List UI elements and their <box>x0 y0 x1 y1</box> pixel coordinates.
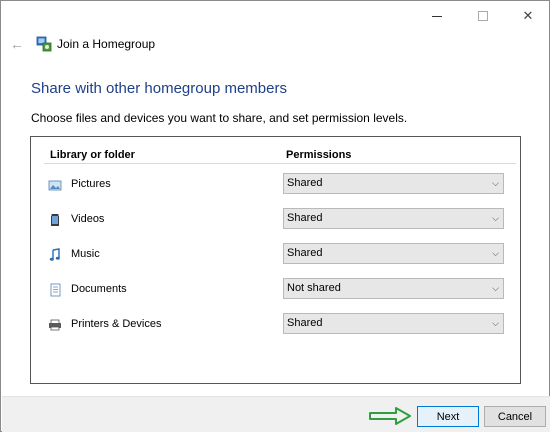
list-item-music: Music Shared ⌵ <box>31 243 520 267</box>
instruction-text: Choose files and devices you want to sha… <box>31 111 408 125</box>
permission-select[interactable]: Not shared ⌵ <box>283 278 504 299</box>
chevron-down-icon: ⌵ <box>492 178 499 188</box>
documents-icon <box>50 283 61 297</box>
music-icon <box>49 248 60 261</box>
permission-select[interactable]: Shared ⌵ <box>283 208 504 229</box>
wizard-title: Join a Homegroup <box>57 37 156 51</box>
annotation-arrow-icon <box>369 407 411 425</box>
row-label: Pictures <box>71 178 111 190</box>
cancel-button[interactable]: Cancel <box>484 406 546 427</box>
row-label: Printers & Devices <box>71 318 162 330</box>
minimize-icon <box>432 15 442 17</box>
list-item-videos: Videos Shared ⌵ <box>31 208 520 232</box>
minimize-button[interactable] <box>414 1 460 31</box>
next-button[interactable]: Next <box>417 406 479 427</box>
row-label: Documents <box>71 283 127 295</box>
permission-select[interactable]: Shared ⌵ <box>283 313 504 334</box>
join-homegroup-window: ✕ ← Join a Homegroup Share with other ho… <box>0 0 550 432</box>
row-label: Videos <box>71 213 105 225</box>
row-label: Music <box>71 248 100 260</box>
page-heading: Share with other homegroup members <box>31 80 287 97</box>
back-arrow-icon[interactable]: ← <box>7 35 27 53</box>
list-item-printers-devices: Printers & Devices Shared ⌵ <box>31 313 520 337</box>
list-item-documents: Documents Not shared ⌵ <box>31 278 520 302</box>
selected-value: Shared <box>287 247 323 259</box>
selected-value: Shared <box>287 212 323 224</box>
list-item-pictures: Pictures Shared ⌵ <box>31 173 520 197</box>
close-icon: ✕ <box>522 8 534 23</box>
selected-value: Not shared <box>287 282 341 294</box>
chevron-down-icon: ⌵ <box>492 248 499 258</box>
maximize-button[interactable] <box>460 1 506 31</box>
column-header-permissions: Permissions <box>286 149 352 161</box>
pictures-icon <box>48 180 62 191</box>
selected-value: Shared <box>287 317 323 329</box>
header-divider <box>44 163 516 164</box>
share-list: Library or folder Permissions Pictures S… <box>30 136 521 384</box>
maximize-icon <box>478 11 488 21</box>
printer-icon <box>49 319 61 331</box>
permission-select[interactable]: Shared ⌵ <box>283 243 504 264</box>
selected-value: Shared <box>287 177 323 189</box>
chevron-down-icon: ⌵ <box>492 318 499 328</box>
close-button[interactable]: ✕ <box>505 1 550 31</box>
column-header-library: Library or folder <box>50 149 135 161</box>
chevron-down-icon: ⌵ <box>492 283 499 293</box>
footer-bar: Next Cancel <box>2 396 550 432</box>
chevron-down-icon: ⌵ <box>492 213 499 223</box>
permission-select[interactable]: Shared ⌵ <box>283 173 504 194</box>
homegroup-icon <box>36 36 52 52</box>
videos-icon <box>51 214 59 226</box>
